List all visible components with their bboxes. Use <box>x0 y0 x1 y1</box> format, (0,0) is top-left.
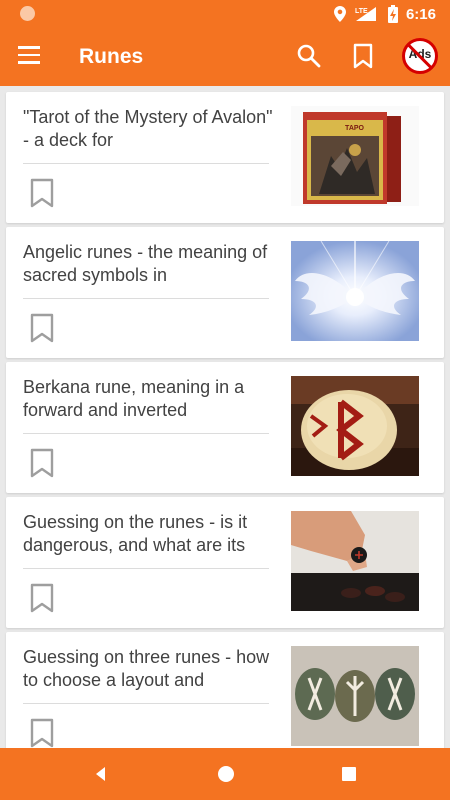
list-item[interactable]: Guessing on three runes - how to choose … <box>6 632 444 748</box>
article-title: "Tarot of the Mystery of Avalon" - a dec… <box>23 107 273 150</box>
divider <box>23 298 269 299</box>
recent-apps-icon[interactable] <box>342 767 356 781</box>
list-item[interactable]: Angelic runes - the meaning of sacred sy… <box>6 227 444 358</box>
bookmark-icon[interactable] <box>30 448 54 478</box>
page-title: Runes <box>79 45 144 68</box>
lte-label: LTE <box>355 8 368 15</box>
home-icon[interactable] <box>218 766 234 782</box>
hamburger-icon-line <box>18 61 40 64</box>
article-title: Guessing on three runes - how to choose … <box>23 647 270 690</box>
hamburger-icon-line <box>18 46 40 49</box>
article-title: Berkana rune, meaning in a forward and i… <box>23 377 245 420</box>
hamburger-icon-line <box>18 53 40 56</box>
tarot-deck-box-image: ТАРО <box>291 106 419 206</box>
divider <box>23 703 269 704</box>
search-icon[interactable] <box>296 43 322 69</box>
hand-picking-rune-image <box>291 511 419 611</box>
bookmark-icon[interactable] <box>30 178 54 208</box>
lte-signal-icon: LTE <box>355 7 376 21</box>
divider <box>23 163 269 164</box>
thumb-title-text: ТАРО <box>345 125 364 132</box>
clock: 6:16 <box>405 5 436 23</box>
bookmark-icon[interactable] <box>30 583 54 613</box>
location-icon <box>333 6 346 22</box>
bookmark-icon[interactable] <box>30 718 54 748</box>
notification-dot-icon <box>20 6 35 21</box>
app-bar: Runes Ads <box>0 28 450 86</box>
berkana-rune-stone-image <box>291 376 419 476</box>
three-rune-stones-image <box>291 646 419 746</box>
menu-button[interactable] <box>18 46 42 68</box>
article-title: Angelic runes - the meaning of sacred sy… <box>23 242 268 285</box>
system-nav-bar <box>0 748 450 800</box>
remove-ads-button[interactable]: Ads <box>402 38 438 74</box>
article-list[interactable]: "Tarot of the Mystery of Avalon" - a dec… <box>0 86 450 748</box>
status-icons: LTE 6:16 <box>333 0 436 28</box>
bookmark-icon[interactable] <box>30 313 54 343</box>
list-item[interactable]: Guessing on the runes - is it dangerous,… <box>6 497 444 628</box>
list-item[interactable]: Berkana rune, meaning in a forward and i… <box>6 362 444 493</box>
angel-wings-light-image <box>291 241 419 341</box>
divider <box>23 568 269 569</box>
list-item[interactable]: "Tarot of the Mystery of Avalon" - a dec… <box>6 92 444 223</box>
back-icon[interactable] <box>93 766 109 782</box>
divider <box>23 433 269 434</box>
status-bar: LTE 6:16 <box>0 0 450 28</box>
bookmarks-icon[interactable] <box>351 43 375 69</box>
battery-charging-icon <box>387 5 398 23</box>
article-title: Guessing on the runes - is it dangerous,… <box>23 512 248 555</box>
